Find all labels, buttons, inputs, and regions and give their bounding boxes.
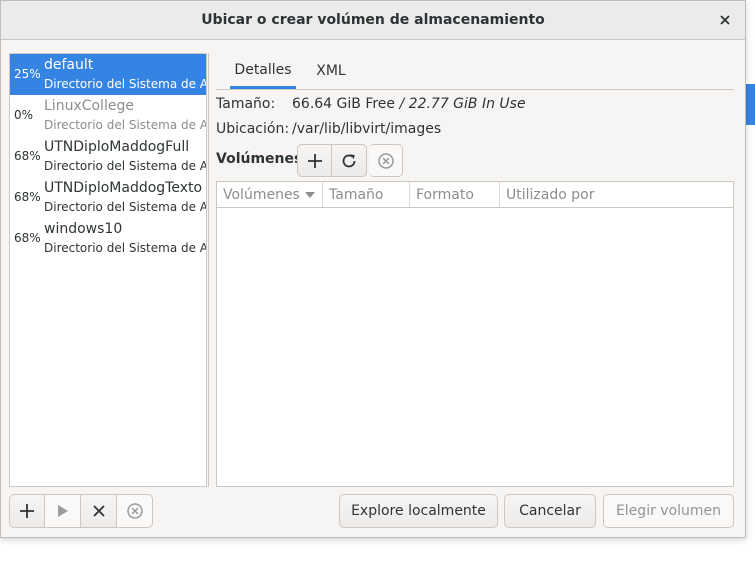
storage-pool-list: 25% default Directorio del Sistema de A…… [9,53,207,487]
pool-type: Directorio del Sistema de A… [44,159,206,173]
location-value: /var/lib/libvirt/images [292,121,442,137]
size-label: Tamaño: [216,96,276,112]
sort-descending-icon [304,191,315,198]
pool-name: UTNDiploMaddogTexto [44,180,203,196]
pool-type: Directorio del Sistema de A… [44,241,206,255]
pool-name: UTNDiploMaddogFull [44,139,190,155]
delete-circle-icon [126,503,143,519]
add-icon [20,504,34,518]
volumes-label: Volúmenes [216,151,303,167]
pool-usage-percent: 68% [14,231,41,245]
add-icon [307,153,322,168]
start-pool-button[interactable] [45,494,81,528]
pool-type: Directorio del Sistema de A… [44,118,206,132]
titlebar: Ubicar o crear volúmen de almacenamiento [1,1,745,40]
delete-pool-button[interactable] [117,494,153,528]
background-window-accent [746,84,755,125]
size-used: 22.77 GiB In Use [408,96,526,112]
pool-name: LinuxCollege [44,98,134,114]
pool-item-utndiplomaddogtexto[interactable]: 68% UTNDiploMaddogTexto Directorio del S… [10,177,206,218]
pool-usage-percent: 25% [14,67,41,81]
tab-bar: Detalles XML [216,53,734,90]
pool-name: default [44,57,94,73]
size-separator: / [395,96,409,112]
location-label: Ubicación: [216,121,290,137]
column-header-utilizado-por[interactable]: Utilizado por [500,182,733,207]
tab-detalles[interactable]: Detalles [230,53,296,89]
pool-type: Directorio del Sistema de A… [44,77,206,91]
pool-item-utndiplomaddogfull[interactable]: 68% UTNDiploMaddogFull Directorio del Si… [10,136,206,177]
pool-usage-percent: 68% [14,149,41,163]
column-header-tamano[interactable]: Tamaño [323,182,410,207]
pool-item-windows10[interactable]: 68% windows10 Directorio del Sistema de … [10,218,206,259]
close-icon[interactable] [715,10,735,30]
stop-x-icon [92,505,105,517]
refresh-volumes-button[interactable] [332,144,367,177]
volume-toolbar [297,144,403,177]
refresh-icon [342,153,356,167]
location-row: Ubicación: /var/lib/libvirt/images [216,121,441,137]
tab-xml[interactable]: XML [308,53,354,88]
add-pool-button[interactable] [9,494,45,528]
storage-volume-dialog: Ubicar o crear volúmen de almacenamiento… [0,0,746,538]
explore-locally-button[interactable]: Explore localmente [339,494,498,528]
size-row: Tamaño: 66.64 GiB Free / 22.77 GiB In Us… [216,96,526,112]
choose-volume-button[interactable]: Elegir volumen [603,494,734,528]
pool-usage-percent: 0% [14,108,34,122]
cancel-button[interactable]: Cancelar [504,494,596,528]
dialog-title: Ubicar o crear volúmen de almacenamiento [201,12,545,28]
size-free: 66.64 GiB Free [292,96,396,112]
pool-item-default[interactable]: 25% default Directorio del Sistema de A… [10,54,206,95]
pool-name: windows10 [44,221,123,237]
pane-splitter[interactable] [208,53,209,487]
column-header-formato[interactable]: Formato [410,182,500,207]
play-icon [57,505,68,517]
volumes-table: Volúmenes Tamaño Formato Utilizado por [216,181,734,487]
column-label: Volúmenes [223,186,300,203]
add-volume-button[interactable] [297,144,332,177]
pool-toolbar [9,494,153,528]
column-header-volumenes[interactable]: Volúmenes [217,182,323,207]
pool-item-linuxcollege[interactable]: 0% LinuxCollege Directorio del Sistema d… [10,95,206,136]
pool-type: Directorio del Sistema de A… [44,200,206,214]
stop-pool-button[interactable] [81,494,117,528]
delete-circle-icon [377,152,394,169]
pool-usage-percent: 68% [14,190,41,204]
table-header: Volúmenes Tamaño Formato Utilizado por [217,182,733,208]
delete-volume-button[interactable] [369,144,403,177]
size-value: 66.64 GiB Free / 22.77 GiB In Use [292,96,526,112]
